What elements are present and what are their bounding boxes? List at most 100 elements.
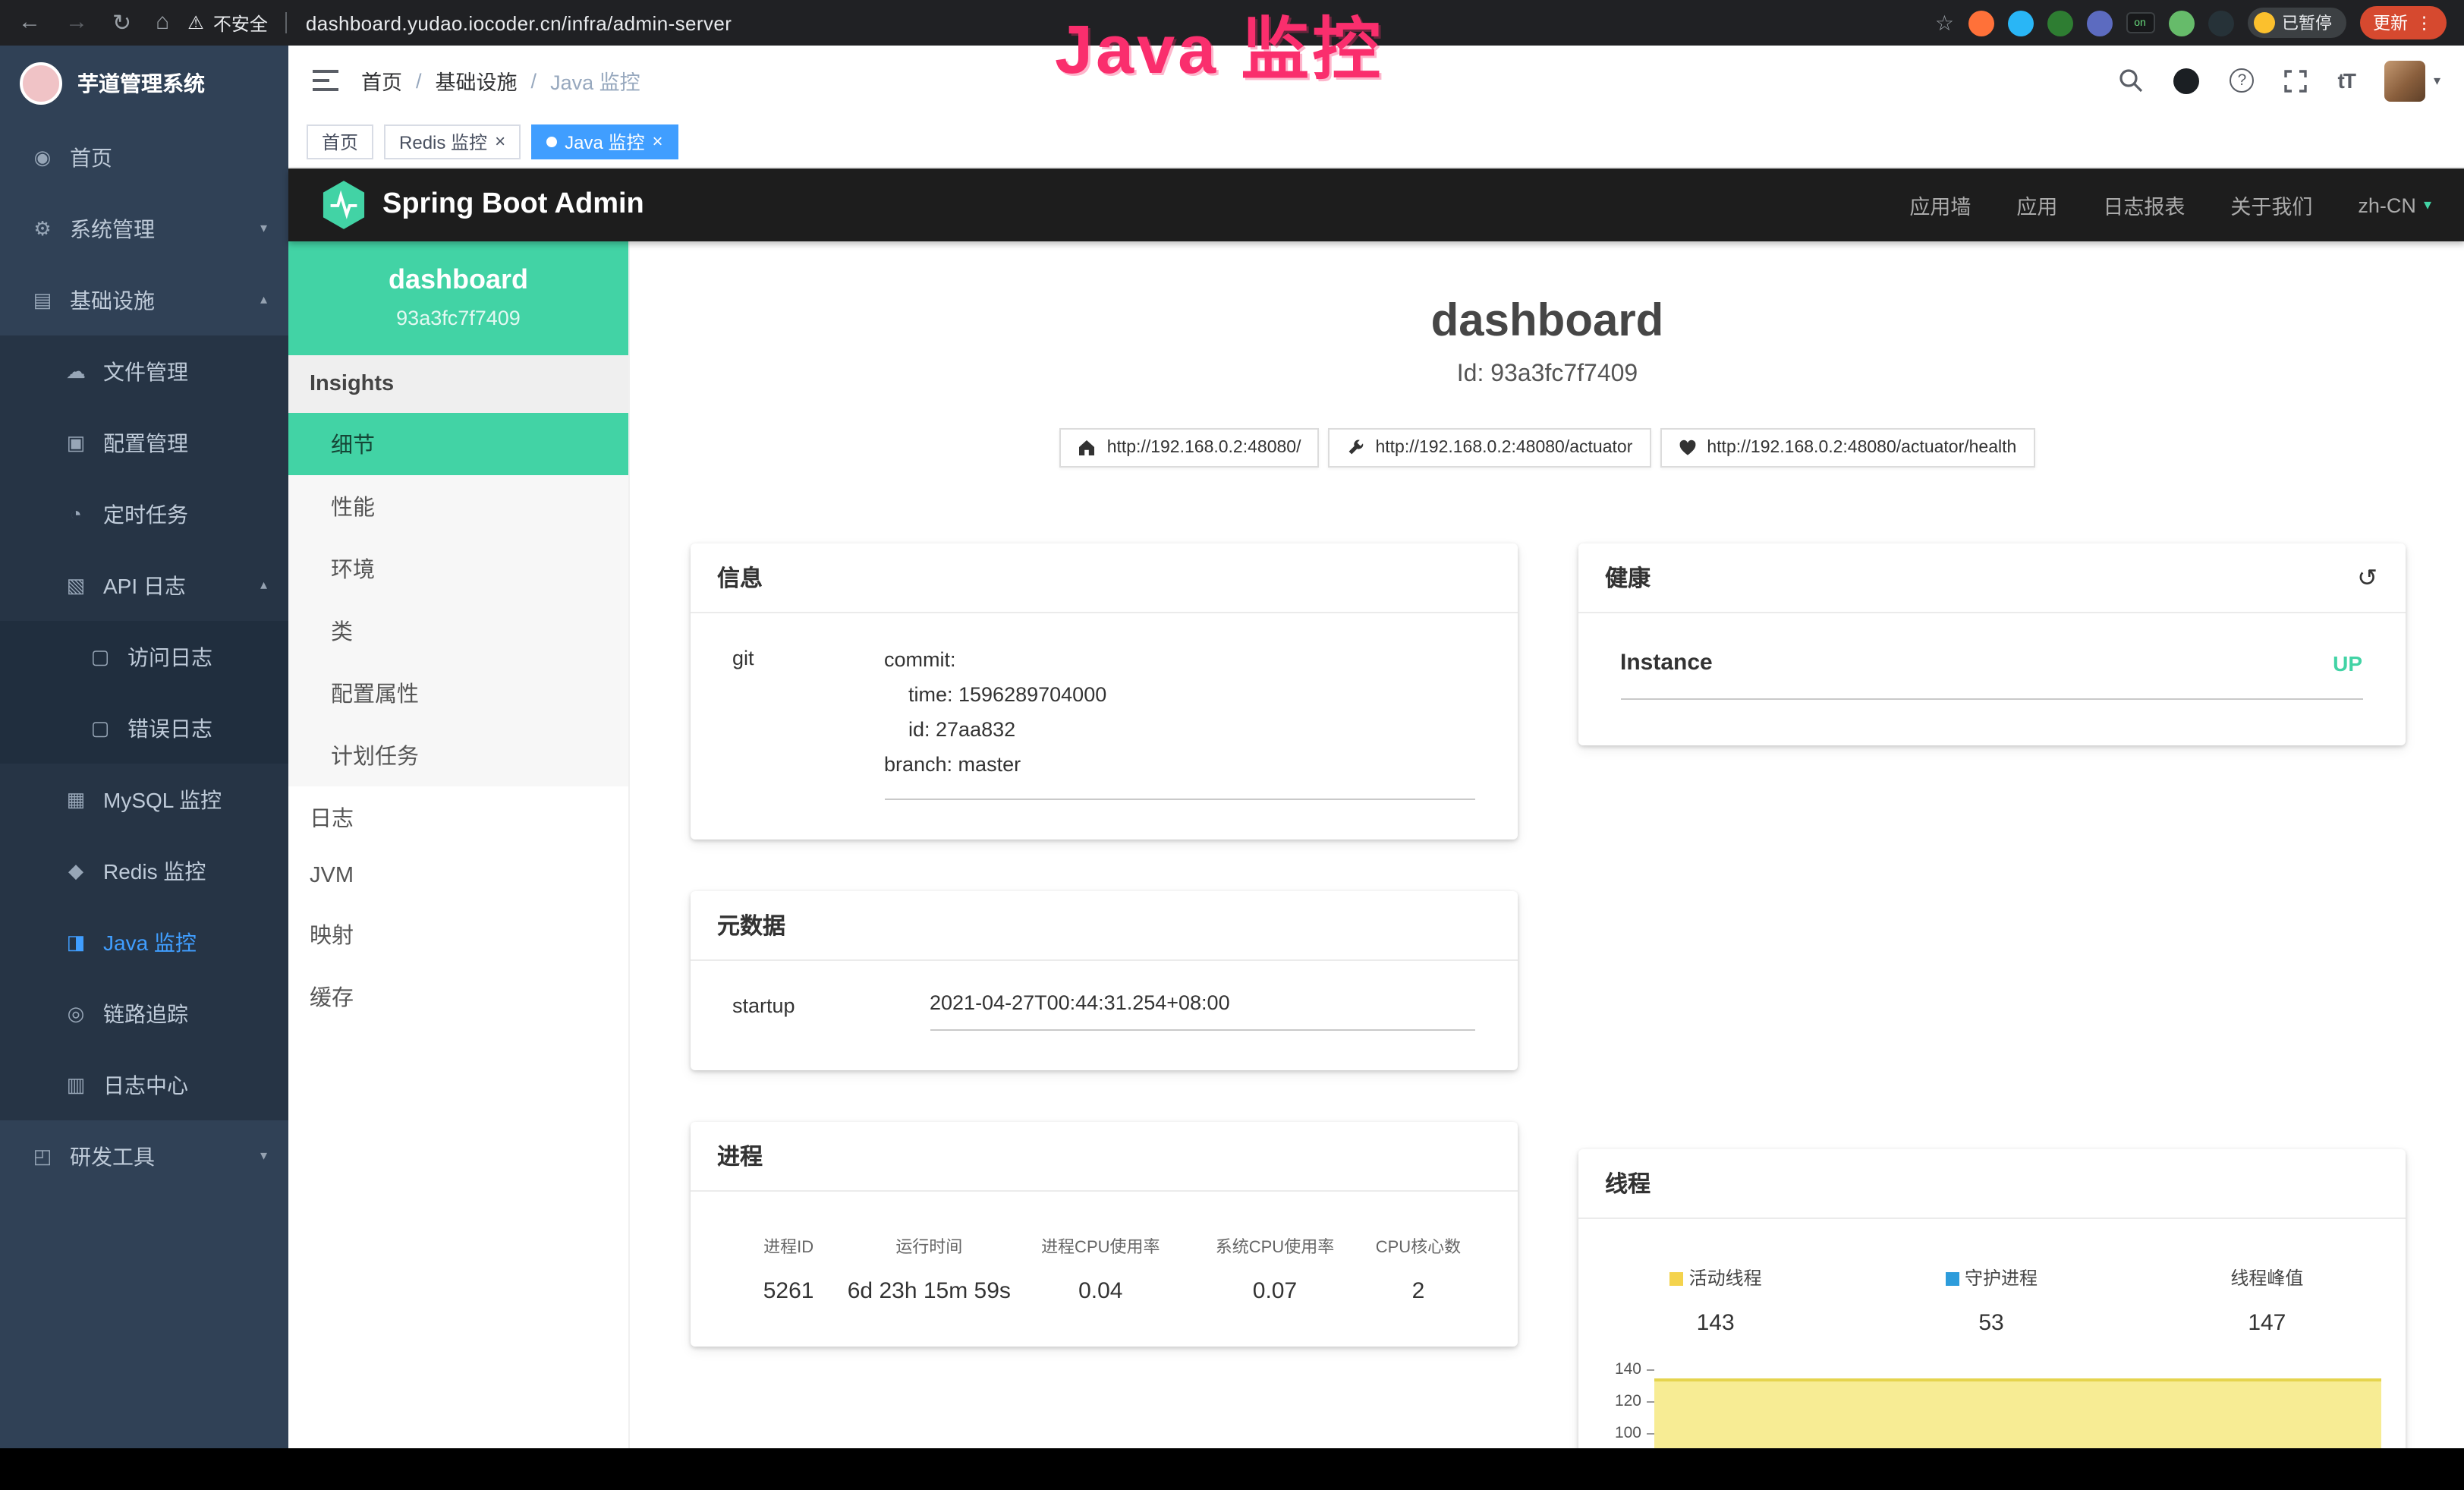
fullscreen-icon[interactable] <box>2285 69 2308 92</box>
history-icon[interactable]: ↺ <box>2357 562 2377 593</box>
sidebar-item-label: Redis 监控 <box>103 855 206 886</box>
sba-locale-select[interactable]: zh-CN ▾ <box>2358 194 2431 216</box>
sba-nav-wallboard[interactable]: 应用墙 <box>1909 190 1971 220</box>
menu-item-mappings[interactable]: 映射 <box>288 903 628 966</box>
extension-switch-icon[interactable]: on <box>2126 12 2154 33</box>
github-icon[interactable] <box>2174 68 2200 93</box>
browser-home-icon[interactable]: ⌂ <box>156 9 169 36</box>
sba-nav-applications[interactable]: 应用 <box>2016 190 2057 220</box>
chevron-down-icon: ▾ <box>260 1148 267 1164</box>
search-icon[interactable] <box>2119 68 2144 93</box>
text-size-icon[interactable]: tT <box>2338 68 2355 93</box>
breadcrumb-home[interactable]: 首页 <box>361 65 402 96</box>
sidebar-item-tracing[interactable]: ◎ 链路追踪 <box>0 978 288 1049</box>
paused-label: 已暂停 <box>2282 11 2332 35</box>
annotation-java-monitor: Java 监控 <box>1055 0 1383 93</box>
sidebar-item-redis-monitor[interactable]: ◆ Redis 监控 <box>0 835 288 906</box>
browser-reload-icon[interactable]: ↻ <box>112 9 131 36</box>
tab-redis-monitor[interactable]: Redis 监控 × <box>384 124 521 159</box>
menu-item-environment[interactable]: 环境 <box>288 537 628 600</box>
locale-label: zh-CN <box>2358 194 2416 216</box>
extension-leaf-icon[interactable] <box>2168 10 2194 36</box>
chevron-up-icon: ▴ <box>260 577 267 594</box>
warning-icon: ⚠ <box>187 12 204 33</box>
sidebar-item-system[interactable]: ⚙ 系统管理 ▾ <box>0 193 288 264</box>
sba-nav-journal[interactable]: 日志报表 <box>2103 190 2185 220</box>
sidebar-item-config-manage[interactable]: ▣ 配置管理 <box>0 407 288 478</box>
actuator-url-button[interactable]: http://192.168.0.2:48080/actuator <box>1328 428 1651 468</box>
menu-item-caches[interactable]: 缓存 <box>288 966 628 1028</box>
devtools-icon: ◰ <box>30 1144 55 1168</box>
sidebar-item-infrastructure[interactable]: ▤ 基础设施 ▴ <box>0 264 288 335</box>
process-card: 进程 进程ID 5261 <box>690 1122 1517 1347</box>
browser-forward-icon[interactable]: → <box>65 9 88 36</box>
menu-item-scheduled-tasks[interactable]: 计划任务 <box>288 724 628 786</box>
sidebar-item-file-manage[interactable]: ☁ 文件管理 <box>0 335 288 407</box>
sba-brand-label: Spring Boot Admin <box>382 188 644 222</box>
divider <box>286 12 288 33</box>
sidebar-item-label: 系统管理 <box>70 213 155 244</box>
address-bar[interactable]: dashboard.yudao.iocoder.cn/infra/admin-s… <box>306 11 732 34</box>
browser-update-button[interactable]: 更新 ⋮ <box>2359 6 2447 39</box>
info-card-title: 信息 <box>717 562 763 594</box>
info-key: git <box>732 644 884 800</box>
breadcrumb-current: Java 监控 <box>550 65 640 96</box>
extension-drop-icon[interactable] <box>2007 10 2033 36</box>
bookmark-star-icon[interactable]: ☆ <box>1935 10 1954 36</box>
sidebar-item-devtools[interactable]: ◰ 研发工具 ▾ <box>0 1120 288 1192</box>
kebab-menu-icon[interactable]: ⋮ <box>2415 12 2433 33</box>
active-threads-value: 143 <box>1578 1310 1853 1336</box>
menu-item-classes[interactable]: 类 <box>288 600 628 662</box>
health-url-button[interactable]: http://192.168.0.2:48080/actuator/health <box>1660 428 2034 468</box>
menu-item-details[interactable]: 细节 <box>288 413 628 475</box>
threads-card-title: 线程 <box>1605 1167 1651 1199</box>
metadata-value: 2021-04-27T00:44:31.254+08:00 <box>930 991 1474 1031</box>
security-chip[interactable]: ⚠ 不安全 <box>187 10 268 36</box>
help-icon[interactable]: ? <box>2230 68 2255 93</box>
close-icon[interactable]: × <box>652 131 662 152</box>
tab-home[interactable]: 首页 <box>307 124 373 159</box>
close-icon[interactable]: × <box>495 131 505 152</box>
extension-fox-icon[interactable] <box>1968 10 1994 36</box>
sidebar-item-scheduled-jobs[interactable]: ◔ 定时任务 <box>0 478 288 550</box>
cpu-cores-value: 2 <box>1362 1278 1474 1304</box>
hamburger-icon[interactable] <box>313 70 338 91</box>
active-threads-area <box>1654 1378 2381 1448</box>
sidebar-item-home[interactable]: ◉ 首页 <box>0 121 288 193</box>
sidebar-item-access-log[interactable]: ▢ 访问日志 <box>0 621 288 692</box>
user-menu[interactable]: ▾ <box>2385 60 2440 101</box>
extension-puzzle-icon[interactable] <box>2208 10 2233 36</box>
sba-nav-about[interactable]: 关于我们 <box>2230 190 2312 220</box>
breadcrumb-infrastructure[interactable]: 基础设施 <box>436 65 518 96</box>
extension-vue-icon[interactable] <box>2047 10 2072 36</box>
sidebar-item-mysql-monitor[interactable]: ▦ MySQL 监控 <box>0 764 288 835</box>
daemon-threads-value: 53 <box>1853 1310 2129 1336</box>
paused-badge[interactable]: 已暂停 <box>2247 8 2346 38</box>
page-title: dashboard <box>690 296 2405 348</box>
extension-grid-icon[interactable] <box>2086 10 2112 36</box>
y-tick: 100 <box>1615 1424 1641 1442</box>
process-card-title: 进程 <box>717 1140 763 1172</box>
redis-icon: ◆ <box>64 858 88 883</box>
browser-back-icon[interactable]: ← <box>18 9 41 36</box>
metadata-key: startup <box>732 991 930 1031</box>
sidebar-item-api-log[interactable]: ▧ API 日志 ▴ <box>0 550 288 621</box>
menu-item-configprops[interactable]: 配置属性 <box>288 662 628 724</box>
peak-threads-label: 线程峰值 <box>2230 1268 2303 1289</box>
sidebar-item-log-center[interactable]: ▥ 日志中心 <box>0 1049 288 1120</box>
sba-brand[interactable]: Spring Boot Admin <box>322 181 644 229</box>
service-url: http://192.168.0.2:48080/ <box>1107 439 1301 457</box>
service-url-button[interactable]: http://192.168.0.2:48080/ <box>1060 428 1320 468</box>
instance-header[interactable]: dashboard 93a3fc7f7409 <box>288 241 628 355</box>
app-title: 芋道管理系统 <box>77 68 205 99</box>
process-uptime-value: 6d 23h 15m 59s <box>845 1278 1013 1304</box>
sidebar-item-error-log[interactable]: ▢ 错误日志 <box>0 692 288 764</box>
sidebar-item-java-monitor[interactable]: ◨ Java 监控 <box>0 906 288 978</box>
git-commit-id: id: 27aa832 <box>884 713 1474 748</box>
menu-item-metrics[interactable]: 性能 <box>288 475 628 537</box>
menu-item-logfile[interactable]: 日志 <box>288 786 628 849</box>
tab-java-monitor[interactable]: Java 监控 × <box>531 124 678 159</box>
daemon-threads-label: 守护进程 <box>1965 1268 2038 1289</box>
gear-icon: ⚙ <box>30 216 55 241</box>
menu-item-jvm[interactable]: JVM <box>288 849 628 903</box>
